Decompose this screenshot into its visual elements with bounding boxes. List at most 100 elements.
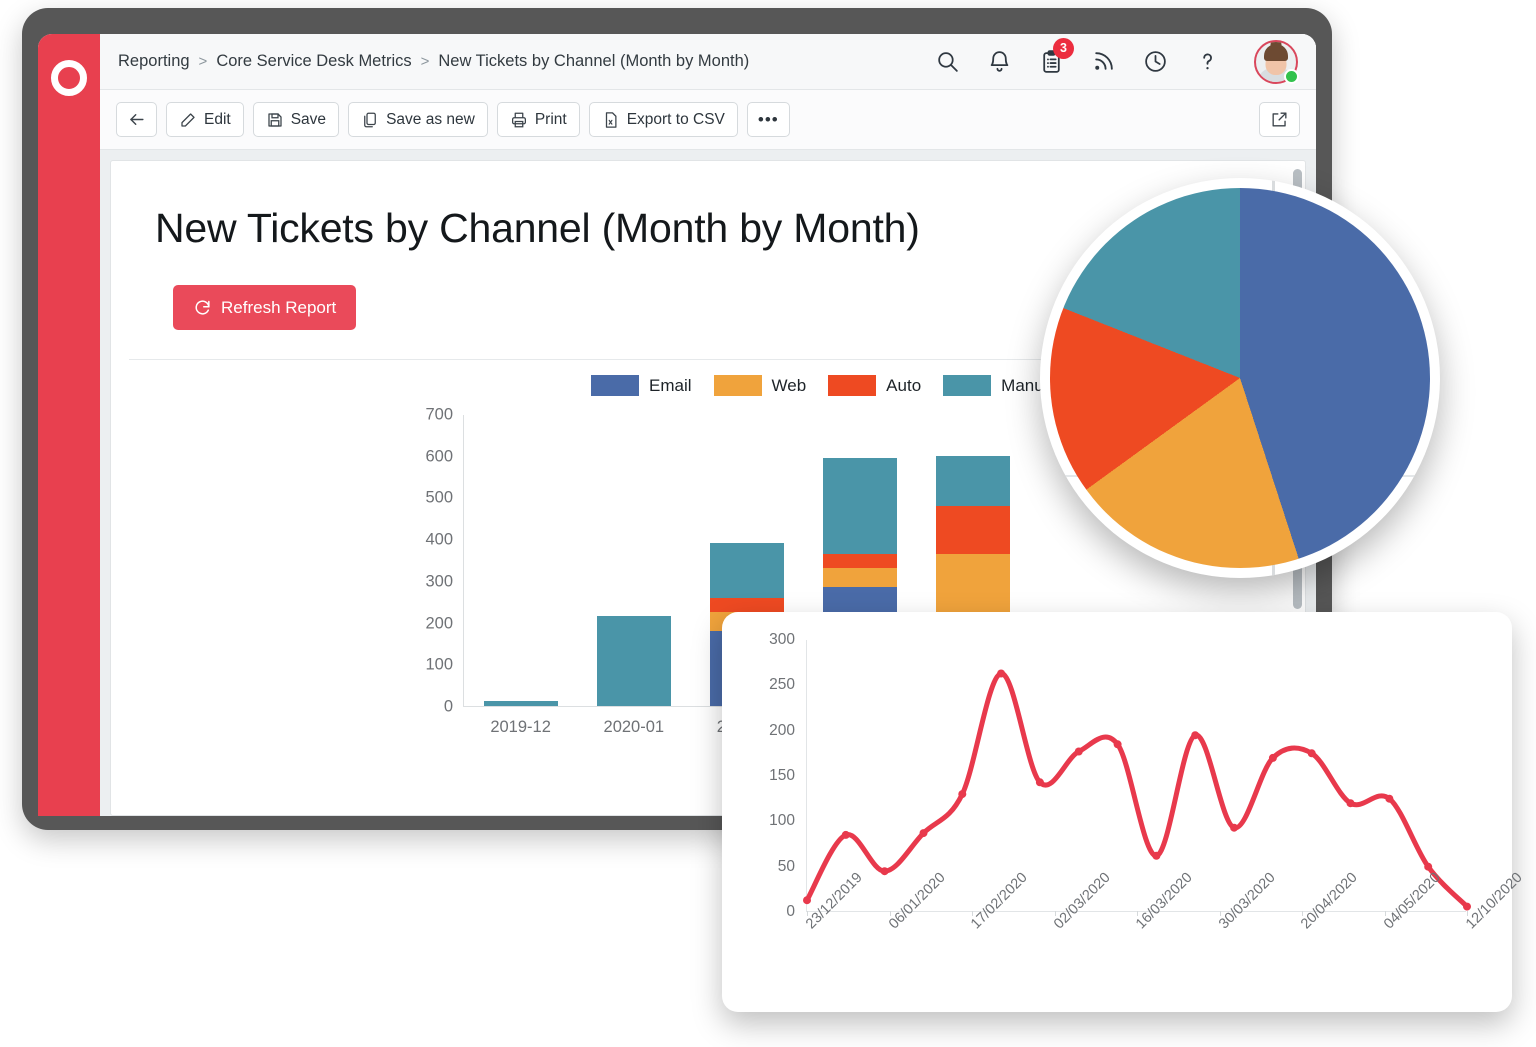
bar-column[interactable]: [596, 616, 671, 706]
open-external-button[interactable]: [1259, 102, 1300, 137]
line-chart-data-point[interactable]: [1074, 747, 1083, 756]
bar-chart-x-tick: 2020-01: [603, 718, 665, 736]
printer-icon: [511, 112, 526, 127]
bar-segment-auto[interactable]: [823, 553, 898, 569]
breadcrumb: Reporting > Core Service Desk Metrics > …: [118, 52, 749, 71]
bar-chart-y-tick: 500: [425, 488, 453, 507]
edit-button[interactable]: Edit: [166, 102, 244, 137]
line-chart-data-point[interactable]: [1230, 823, 1239, 832]
line-chart-plot-area: 0 50 100 150 200 250 300 23/12/2019 06/01/2020 17…: [769, 631, 1526, 932]
bar-segment-manual[interactable]: [483, 701, 558, 706]
legend-swatch-web: [713, 375, 762, 396]
bar-chart-y-tick: 400: [425, 530, 453, 549]
bar-segment-manual[interactable]: [823, 457, 898, 554]
export-to-csv-button-label: Export to CSV: [626, 110, 725, 128]
line-chart-y-tick: 100: [769, 812, 795, 830]
line-chart-data-point[interactable]: [1463, 902, 1471, 911]
legend-label: Web: [771, 375, 807, 395]
line-chart-data-point[interactable]: [803, 896, 811, 905]
line-chart-data-point[interactable]: [880, 867, 889, 876]
save-button[interactable]: Save: [252, 102, 340, 137]
legend-swatch-manual: [943, 375, 992, 396]
bar-segment-manual[interactable]: [936, 455, 1011, 506]
search-icon[interactable]: [934, 49, 960, 75]
line-chart-data-point[interactable]: [1113, 740, 1122, 749]
bar-chart-y-tick: 700: [425, 405, 453, 424]
line-chart-y-tick: 200: [769, 721, 795, 739]
line-chart-y-tick: 250: [769, 676, 795, 694]
bar-segment-manual[interactable]: [596, 616, 671, 706]
line-chart-y-tick: 0: [786, 903, 795, 920]
line-chart-data-point[interactable]: [1385, 794, 1394, 803]
breadcrumb-item-reporting[interactable]: Reporting: [118, 52, 190, 71]
line-chart-series-path: [804, 671, 1470, 910]
ellipsis-icon: •••: [757, 110, 779, 129]
header-icon-group: 3: [934, 37, 1302, 84]
line-chart-data-point[interactable]: [919, 829, 928, 838]
line-chart-data-point[interactable]: [841, 830, 850, 839]
breadcrumb-item-core-service-desk-metrics[interactable]: Core Service Desk Metrics: [216, 52, 411, 71]
clipboard-icon[interactable]: 3: [1038, 37, 1074, 75]
tickets-trend-card: 0 50 100 150 200 250 300 23/12/2019 06/01/2020 17…: [722, 612, 1526, 1012]
bar-column[interactable]: [483, 701, 558, 706]
screenshot-stage: Reporting > Core Service Desk Metrics > …: [0, 0, 1536, 1047]
legend-label: Auto: [886, 375, 922, 395]
arrow-left-icon: [130, 114, 144, 125]
refresh-icon: [195, 300, 210, 315]
breadcrumb-item-current-report: New Tickets by Channel (Month by Month): [438, 52, 750, 70]
legend-item-email[interactable]: Email: [591, 375, 692, 396]
app-header: Reporting > Core Service Desk Metrics > …: [100, 34, 1316, 90]
line-chart-data-point[interactable]: [1152, 851, 1161, 860]
bar-segment-manual[interactable]: [710, 543, 784, 598]
edit-button-label: Edit: [204, 110, 231, 128]
bar-segment-auto[interactable]: [710, 597, 784, 613]
floppy-save-icon: [268, 112, 282, 127]
line-chart-svg: [803, 669, 1471, 911]
line-chart-data-point[interactable]: [958, 790, 967, 799]
clock-icon[interactable]: [1142, 49, 1168, 75]
save-as-new-button-label: Save as new: [386, 110, 475, 128]
save-button-label: Save: [290, 110, 327, 128]
app-sidebar-rail: [38, 34, 100, 816]
legend-item-auto[interactable]: Auto: [828, 375, 921, 396]
bar-chart-y-tick: 600: [425, 447, 453, 466]
bar-chart-y-tick: 0: [443, 697, 453, 716]
line-chart-data-point[interactable]: [1035, 778, 1044, 787]
refresh-report-label: Refresh Report: [221, 297, 337, 317]
rss-feed-icon[interactable]: [1090, 49, 1116, 75]
channel-share-pie-bubble: [1040, 178, 1440, 578]
line-chart-data-point[interactable]: [1307, 749, 1316, 758]
line-chart-data-point[interactable]: [1268, 753, 1277, 762]
channel-share-pie-chart: [1050, 188, 1430, 568]
breadcrumb-separator: >: [198, 53, 208, 70]
back-button[interactable]: [116, 102, 157, 137]
line-chart-data-point[interactable]: [997, 669, 1006, 678]
export-to-csv-button[interactable]: Export to CSV: [588, 102, 738, 137]
line-chart-x-tick: 12/10/2020: [1463, 869, 1526, 933]
print-button[interactable]: Print: [496, 102, 580, 137]
bar-chart-x-tick: 2019-12: [490, 718, 551, 736]
legend-swatch-auto: [828, 375, 877, 396]
legend-label: Email: [649, 375, 692, 395]
bar-chart-y-tick: 300: [425, 572, 453, 591]
line-chart-y-tick: 50: [777, 857, 795, 875]
line-chart-data-point[interactable]: [1191, 731, 1200, 740]
bar-chart-y-tick: 100: [425, 655, 453, 674]
bar-segment-web[interactable]: [823, 568, 898, 588]
bell-icon[interactable]: [986, 49, 1012, 75]
line-chart-y-tick: 150: [769, 767, 795, 784]
help-question-icon[interactable]: [1194, 49, 1220, 75]
bar-segment-auto[interactable]: [936, 505, 1011, 554]
more-options-button[interactable]: •••: [746, 102, 790, 137]
bar-segment-web[interactable]: [936, 553, 1011, 617]
file-csv-icon: [605, 111, 617, 128]
line-chart-data-point[interactable]: [1346, 799, 1355, 808]
breadcrumb-separator: >: [420, 53, 430, 70]
refresh-report-button[interactable]: Refresh Report: [173, 285, 357, 330]
status-badge-online: [1284, 68, 1299, 84]
save-as-new-button[interactable]: Save as new: [348, 102, 488, 137]
avatar[interactable]: [1254, 39, 1299, 84]
ring-logo-icon[interactable]: [51, 60, 87, 96]
copy-icon: [364, 112, 376, 127]
legend-item-web[interactable]: Web: [713, 375, 807, 396]
